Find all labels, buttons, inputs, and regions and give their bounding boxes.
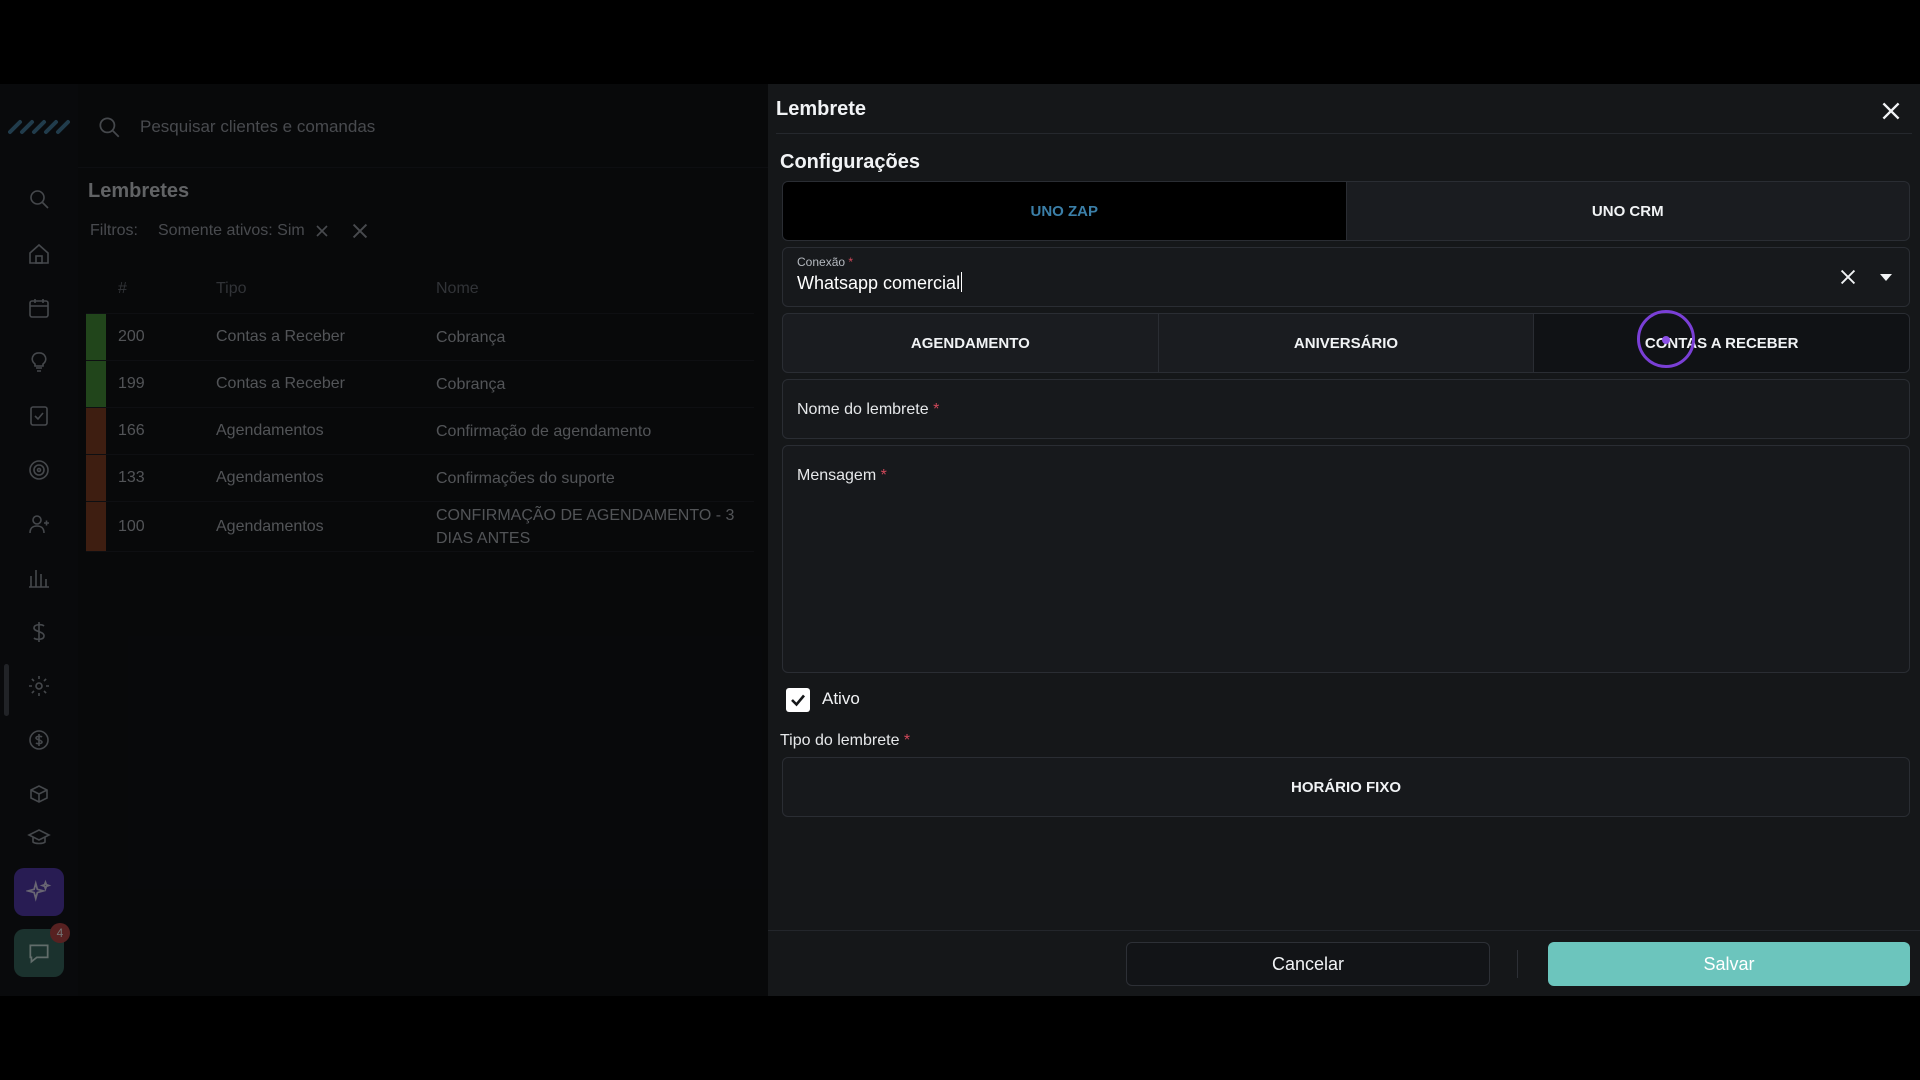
user-icon[interactable] xyxy=(24,509,54,539)
column-header-id[interactable]: # xyxy=(106,280,216,298)
lightbulb-icon[interactable] xyxy=(24,347,54,377)
row-nome: Cobrança xyxy=(436,375,506,393)
message-label: Mensagem * xyxy=(797,467,887,484)
column-header-nome[interactable]: Nome xyxy=(436,277,754,300)
row-tipo: Agendamentos xyxy=(216,517,324,535)
row-id: 100 xyxy=(118,517,145,535)
footer-separator xyxy=(1517,950,1518,978)
row-type-color xyxy=(86,361,106,407)
table-row[interactable]: 199 Contas a Receber Cobrança xyxy=(86,361,754,408)
save-button[interactable]: Salvar xyxy=(1548,942,1910,986)
row-id: 199 xyxy=(118,375,145,392)
tab-aniversario[interactable]: ANIVERSÁRIO xyxy=(1159,314,1534,372)
logo-icon xyxy=(8,120,70,134)
target-icon[interactable] xyxy=(24,455,54,485)
row-tipo: Contas a Receber xyxy=(216,328,345,345)
sparkles-icon xyxy=(26,879,52,902)
home-icon[interactable] xyxy=(24,239,54,269)
clear-filters-icon[interactable] xyxy=(351,222,369,240)
row-nome: Cobrança xyxy=(436,328,506,346)
table-row[interactable]: 133 Agendamentos Confirmações do suporte xyxy=(86,455,754,502)
sidebar-rail: 4 xyxy=(0,84,78,996)
message-field[interactable]: Mensagem * xyxy=(782,445,1910,673)
dollar-icon[interactable] xyxy=(24,617,54,647)
row-type-color xyxy=(86,408,106,454)
tab-uno-crm[interactable]: UNO CRM xyxy=(1347,182,1910,240)
graduation-icon[interactable] xyxy=(24,828,54,848)
active-rail-marker xyxy=(4,664,9,716)
notification-badge: 4 xyxy=(50,923,70,943)
gear-icon[interactable] xyxy=(24,671,54,701)
row-id: 166 xyxy=(118,422,145,439)
table-row[interactable]: 100 Agendamentos CONFIRMAÇÃO DE AGENDAME… xyxy=(86,502,754,552)
reminder-name-label: Nome do lembrete * xyxy=(797,401,940,418)
tab-uno-zap[interactable]: UNO ZAP xyxy=(783,182,1346,240)
screen: 4 Lembretes Filtros: Somente ativos: Sim… xyxy=(0,84,1920,996)
message-textarea[interactable] xyxy=(795,506,1895,666)
filter-chip-label: Somente ativos: Sim xyxy=(158,222,305,239)
reminder-type-label: Tipo do lembrete * xyxy=(780,732,911,749)
coin-icon[interactable] xyxy=(24,725,54,755)
search-icon[interactable] xyxy=(24,184,54,214)
reminder-modal: Lembrete Configurações UNO ZAP UNO CRM C… xyxy=(768,84,1920,996)
row-tipo: Agendamentos xyxy=(216,422,324,439)
row-id: 133 xyxy=(118,469,145,486)
active-checkbox[interactable] xyxy=(786,688,810,712)
top-search-bar xyxy=(78,84,768,168)
connection-label: Conexão * xyxy=(797,255,854,269)
ai-assistant-button[interactable] xyxy=(14,868,64,916)
chevron-down-icon[interactable] xyxy=(1877,268,1895,286)
row-nome: Confirmação de agendamento xyxy=(436,422,652,440)
reminder-type-fixed-time[interactable]: HORÁRIO FIXO xyxy=(782,757,1910,817)
active-label: Ativo xyxy=(822,689,860,708)
reminders-table: # Tipo Nome 200 Contas a Receber Cobranç… xyxy=(86,264,754,552)
bar-chart-icon[interactable] xyxy=(24,563,54,593)
connection-select[interactable]: Conexão * Whatsapp comercial xyxy=(782,247,1910,307)
connection-value: Whatsapp comercial xyxy=(797,272,963,293)
chat-icon xyxy=(29,944,49,964)
check-icon xyxy=(791,694,805,707)
row-tipo: Agendamentos xyxy=(216,469,324,486)
reminder-name-field[interactable]: Nome do lembrete * xyxy=(782,379,1910,439)
footer-divider xyxy=(768,930,1920,931)
row-type-color xyxy=(86,455,106,501)
header-divider xyxy=(776,133,1912,134)
row-nome: Confirmações do suporte xyxy=(436,469,615,487)
table-row[interactable]: 166 Agendamentos Confirmação de agendame… xyxy=(86,408,754,455)
close-icon[interactable] xyxy=(1878,98,1904,124)
row-tipo: Contas a Receber xyxy=(216,375,345,392)
section-title: Configurações xyxy=(780,151,921,173)
tab-agendamento[interactable]: AGENDAMENTO xyxy=(783,314,1158,372)
search-input[interactable] xyxy=(140,110,660,144)
filters-label: Filtros: xyxy=(90,222,138,239)
search-icon xyxy=(99,117,120,138)
tab-contas-a-receber[interactable]: CONTAS A RECEBER xyxy=(1534,314,1909,372)
package-icon[interactable] xyxy=(24,779,54,809)
row-type-color xyxy=(86,502,106,551)
row-nome: CONFIRMAÇÃO DE AGENDAMENTO - 3 DIAS ANTE… xyxy=(436,506,735,547)
platform-tabs: UNO ZAP UNO CRM xyxy=(782,181,1910,241)
modal-title: Lembrete xyxy=(776,98,867,120)
filters-bar: Filtros: Somente ativos: Sim xyxy=(90,222,369,240)
page-title: Lembretes xyxy=(88,180,190,202)
chat-support-button[interactable]: 4 xyxy=(14,923,70,977)
checklist-icon[interactable] xyxy=(24,401,54,431)
row-type-color xyxy=(86,314,106,360)
row-id: 200 xyxy=(118,328,145,345)
filter-chip: Somente ativos: Sim xyxy=(158,222,329,240)
column-header-tipo[interactable]: Tipo xyxy=(216,280,436,298)
remove-filter-icon[interactable] xyxy=(315,224,329,238)
cancel-button[interactable]: Cancelar xyxy=(1126,942,1490,986)
table-header: # Tipo Nome xyxy=(86,264,754,314)
background-app: 4 Lembretes Filtros: Somente ativos: Sim… xyxy=(0,84,768,996)
clear-icon[interactable] xyxy=(1837,266,1859,288)
table-row[interactable]: 200 Contas a Receber Cobrança xyxy=(86,314,754,361)
reminder-category-tabs: AGENDAMENTO ANIVERSÁRIO CONTAS A RECEBER xyxy=(782,313,1910,373)
calendar-icon[interactable] xyxy=(24,293,54,323)
